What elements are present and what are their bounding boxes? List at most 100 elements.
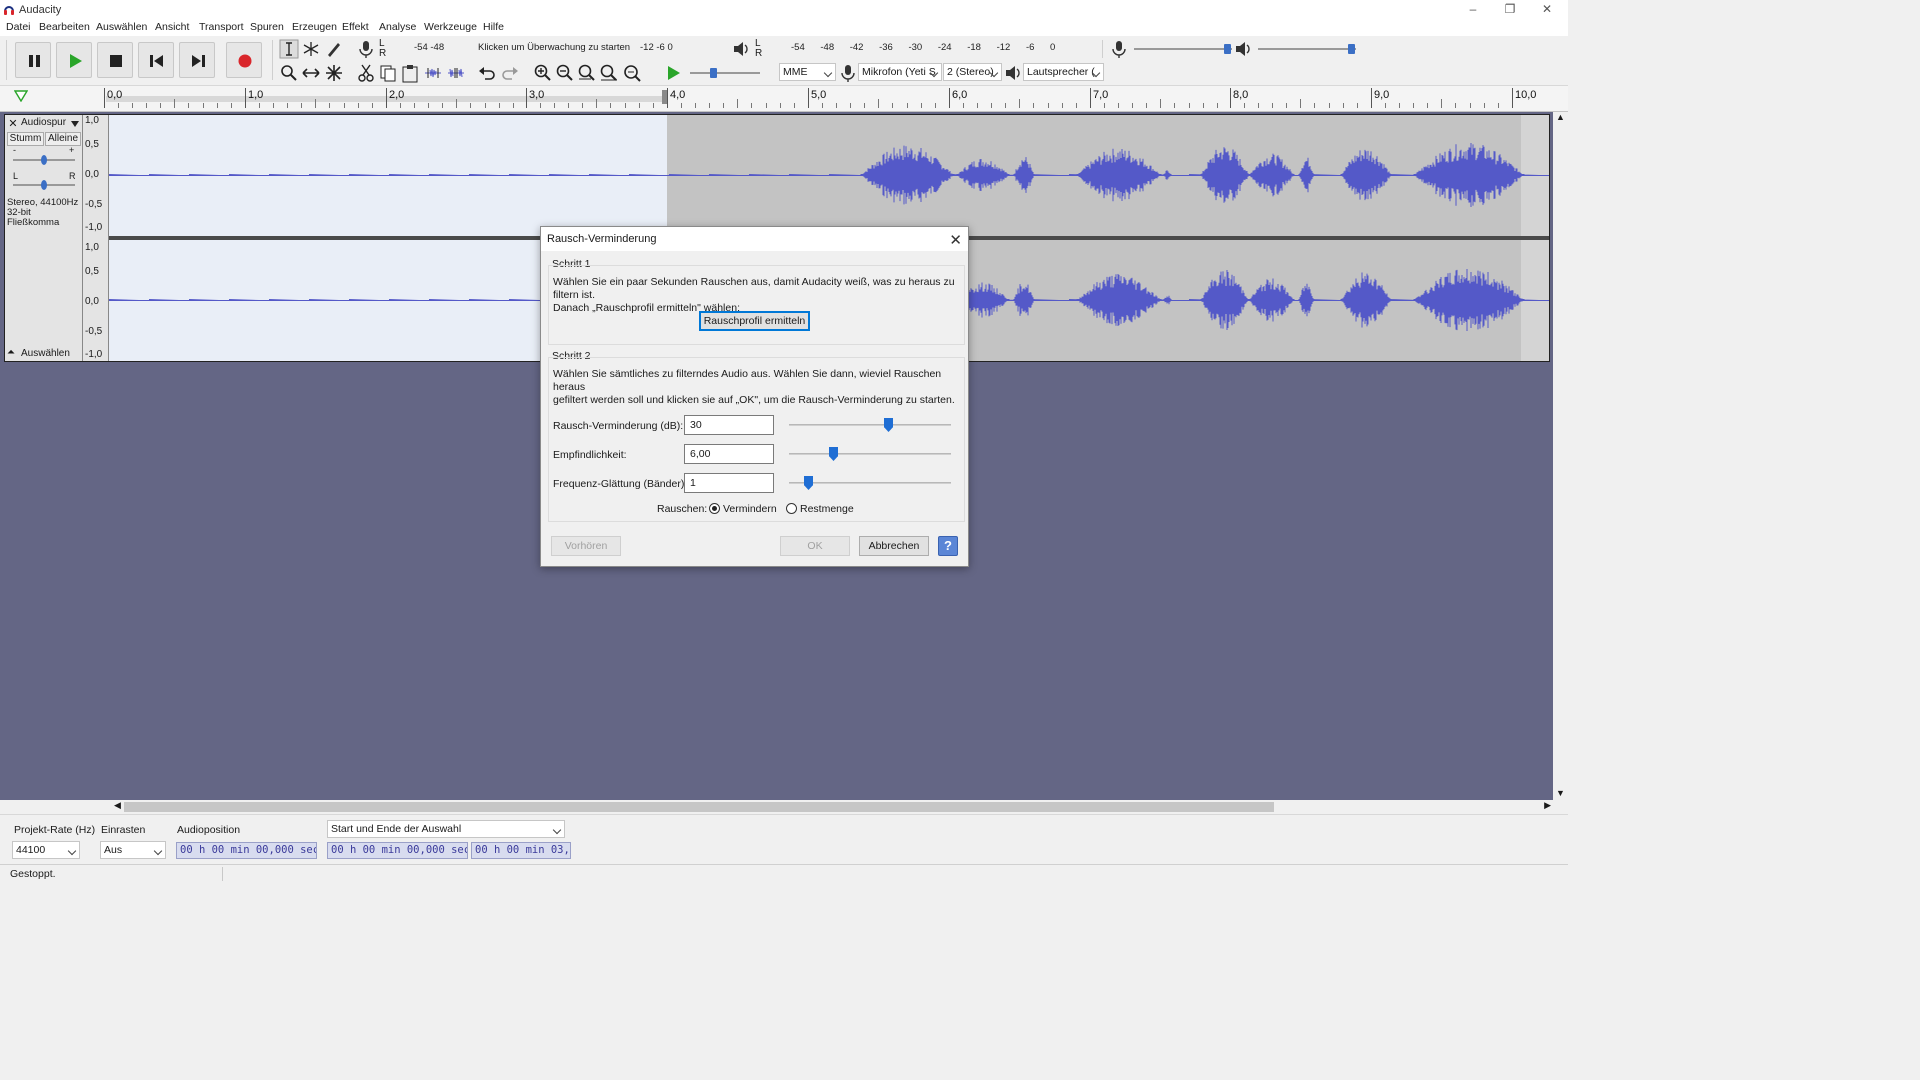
skip-to-end-button[interactable] <box>179 42 215 78</box>
menu-item-hilfe[interactable]: Hilfe <box>483 21 504 33</box>
record-meter-prompt[interactable]: Klicken um Überwachung zu starten <box>478 42 630 53</box>
undo-icon[interactable] <box>477 63 497 83</box>
dialog-close-icon[interactable]: ✕ <box>949 231 962 249</box>
output-volume-slider[interactable] <box>1258 43 1356 55</box>
track-select-button[interactable]: Auswählen <box>21 348 70 359</box>
frequency-smoothing-knob[interactable] <box>804 476 813 490</box>
snap-select[interactable]: Aus <box>100 841 166 859</box>
output-volume-knob[interactable] <box>1348 44 1355 54</box>
gain-knob[interactable] <box>41 155 47 165</box>
selection-tool-icon[interactable] <box>279 39 299 59</box>
track-name[interactable]: Audiospur <box>21 117 66 128</box>
residue-radio[interactable] <box>786 503 797 514</box>
paste-icon[interactable] <box>400 63 420 83</box>
vertical-scrollbar[interactable]: ▲ ▼ <box>1553 112 1568 800</box>
reduce-radio[interactable] <box>709 503 720 514</box>
play-at-speed-icon[interactable] <box>664 63 684 83</box>
draw-tool-icon[interactable] <box>324 39 344 59</box>
frequency-smoothing-input[interactable]: 1 <box>684 473 774 493</box>
menu-item-analyse[interactable]: Analyse <box>379 21 416 33</box>
menu-item-werkzeuge[interactable]: Werkzeuge <box>424 21 477 33</box>
cancel-button[interactable]: Abbrechen <box>859 536 929 556</box>
pan-knob[interactable] <box>41 180 47 190</box>
selection-end-field[interactable]: 00 h 00 min 03,97 <box>471 842 571 859</box>
audio-position-field[interactable]: 00 h 00 min 00,000 sec <box>176 842 317 859</box>
sensitivity-knob[interactable] <box>829 447 838 461</box>
menu-item-datei[interactable]: Datei <box>6 21 31 33</box>
preview-button[interactable]: Vorhören <box>551 536 621 556</box>
solo-button[interactable]: Alleine <box>45 132 81 146</box>
track-menu-chevron-icon[interactable] <box>71 121 79 127</box>
sensitivity-slider[interactable] <box>789 447 951 461</box>
horizontal-scrollbar[interactable]: ◀ ▶ <box>112 800 1553 814</box>
envelope-tool-icon[interactable] <box>301 39 321 59</box>
cut-icon[interactable] <box>356 63 376 83</box>
ok-button[interactable]: OK <box>780 536 850 556</box>
silence-icon[interactable] <box>446 63 466 83</box>
minimize-icon[interactable]: – <box>1458 2 1488 18</box>
menu-item-auswaehlen[interactable]: Auswählen <box>96 21 147 33</box>
collapse-track-icon[interactable]: ⏶ <box>7 347 15 358</box>
play-speed-slider[interactable] <box>690 67 760 79</box>
zoom-tool-icon[interactable] <box>279 63 299 83</box>
noise-reduction-knob[interactable] <box>884 418 893 432</box>
dialog-title-bar[interactable]: Rausch-Verminderung ✕ <box>541 227 968 251</box>
trim-icon[interactable] <box>423 63 443 83</box>
menu-item-bearbeiten[interactable]: Bearbeiten <box>39 21 90 33</box>
copy-icon[interactable] <box>378 63 398 83</box>
pan-slider[interactable] <box>13 179 75 191</box>
scroll-up-icon[interactable]: ▲ <box>1556 112 1565 122</box>
reduce-radio-label[interactable]: Vermindern <box>723 503 777 515</box>
record-button[interactable] <box>226 42 262 78</box>
selection-mode-select[interactable]: Start und Ende der Auswahl <box>327 820 565 838</box>
restore-icon[interactable]: ❐ <box>1495 2 1525 18</box>
pin-playhead-icon[interactable] <box>14 90 28 102</box>
input-volume-slider[interactable] <box>1134 43 1232 55</box>
get-noise-profile-button[interactable]: Rauschprofil ermitteln <box>699 311 810 331</box>
mute-button[interactable]: Stumm <box>7 132 44 146</box>
zoom-in-icon[interactable] <box>533 63 553 83</box>
skip-to-start-button[interactable] <box>138 42 174 78</box>
input-device-select[interactable]: Mikrofon (Yeti S <box>858 63 942 81</box>
time-shift-tool-icon[interactable] <box>301 63 321 83</box>
timeline-ruler[interactable]: 0,0 1,0 2,0 3,0 4,0 5,0 6,0 7,0 8,0 9,0 10,0 <box>0 86 1568 112</box>
menu-item-effekt[interactable]: Effekt <box>342 21 369 33</box>
noise-reduction-input[interactable]: 30 <box>684 415 774 435</box>
input-volume-knob[interactable] <box>1224 44 1231 54</box>
close-icon[interactable]: ✕ <box>1532 2 1562 18</box>
scroll-right-icon[interactable]: ▶ <box>1544 800 1551 811</box>
selection-start-field[interactable]: 00 h 00 min 00,000 sec <box>327 842 468 859</box>
play-speed-knob[interactable] <box>710 68 717 78</box>
playback-meter-speaker-icon[interactable] <box>731 39 751 59</box>
horizontal-scroll-thumb[interactable] <box>124 802 1274 812</box>
frequency-smoothing-slider[interactable] <box>789 476 951 490</box>
zoom-toggle-icon[interactable] <box>622 63 642 83</box>
vertical-scale[interactable]: 1,0 0,5 0,0 -0,5 -1,0 1,0 0,5 0,0 -0,5 -… <box>83 115 109 361</box>
stop-button[interactable] <box>97 42 133 78</box>
gain-slider[interactable] <box>13 154 75 166</box>
track-close-icon[interactable]: ✕ <box>7 117 19 130</box>
pause-button[interactable] <box>15 42 51 78</box>
fit-selection-icon[interactable] <box>577 63 597 83</box>
project-rate-select[interactable]: 44100 <box>12 841 80 859</box>
help-icon[interactable]: ? <box>938 536 958 556</box>
audio-host-select[interactable]: MME <box>779 63 836 81</box>
fit-project-icon[interactable] <box>599 63 619 83</box>
playback-meter[interactable]: -54 -48 -42 -36 -30 -24 -18 -12 -6 0 <box>765 38 1095 58</box>
residue-radio-label[interactable]: Restmenge <box>800 503 854 515</box>
channel-left[interactable] <box>109 115 1549 236</box>
scroll-down-icon[interactable]: ▼ <box>1556 788 1565 798</box>
menu-item-spuren[interactable]: Spuren <box>250 21 284 33</box>
scroll-left-icon[interactable]: ◀ <box>114 800 121 811</box>
output-device-select[interactable]: Lautsprecher ( <box>1023 63 1104 81</box>
toolbar-grip[interactable] <box>6 40 7 80</box>
redo-icon[interactable] <box>500 63 520 83</box>
record-meter[interactable]: -54 -48 Klicken um Überwachung zu starte… <box>388 38 718 58</box>
zoom-out-icon[interactable] <box>555 63 575 83</box>
menu-item-transport[interactable]: Transport <box>199 21 244 33</box>
menu-item-ansicht[interactable]: Ansicht <box>155 21 189 33</box>
sensitivity-input[interactable]: 6,00 <box>684 444 774 464</box>
record-meter-mic-icon[interactable] <box>356 39 376 59</box>
multi-tool-icon[interactable] <box>324 63 344 83</box>
input-channels-select[interactable]: 2 (Stereo) <box>943 63 1002 81</box>
